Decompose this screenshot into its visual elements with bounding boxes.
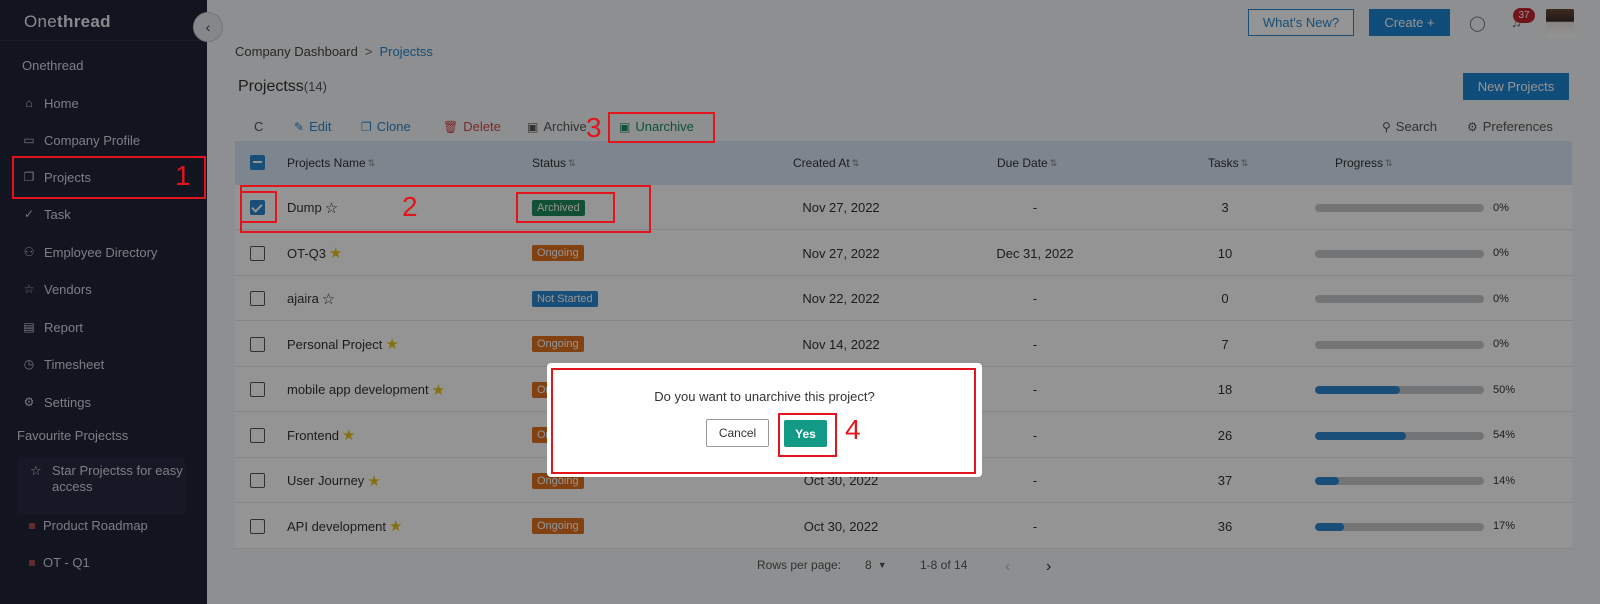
annotation-box-dialog (551, 368, 976, 474)
annotation-box-unarchive (608, 112, 715, 143)
modal-backdrop[interactable] (0, 0, 1600, 604)
annotation-number-1: 1 (175, 160, 191, 191)
annotation-number-4: 4 (845, 414, 861, 445)
annotation-number-2: 2 (402, 191, 418, 222)
annotation-box-yes (778, 413, 837, 457)
annotation-number-3: 3 (586, 112, 602, 143)
annotation-box-status (516, 192, 615, 223)
